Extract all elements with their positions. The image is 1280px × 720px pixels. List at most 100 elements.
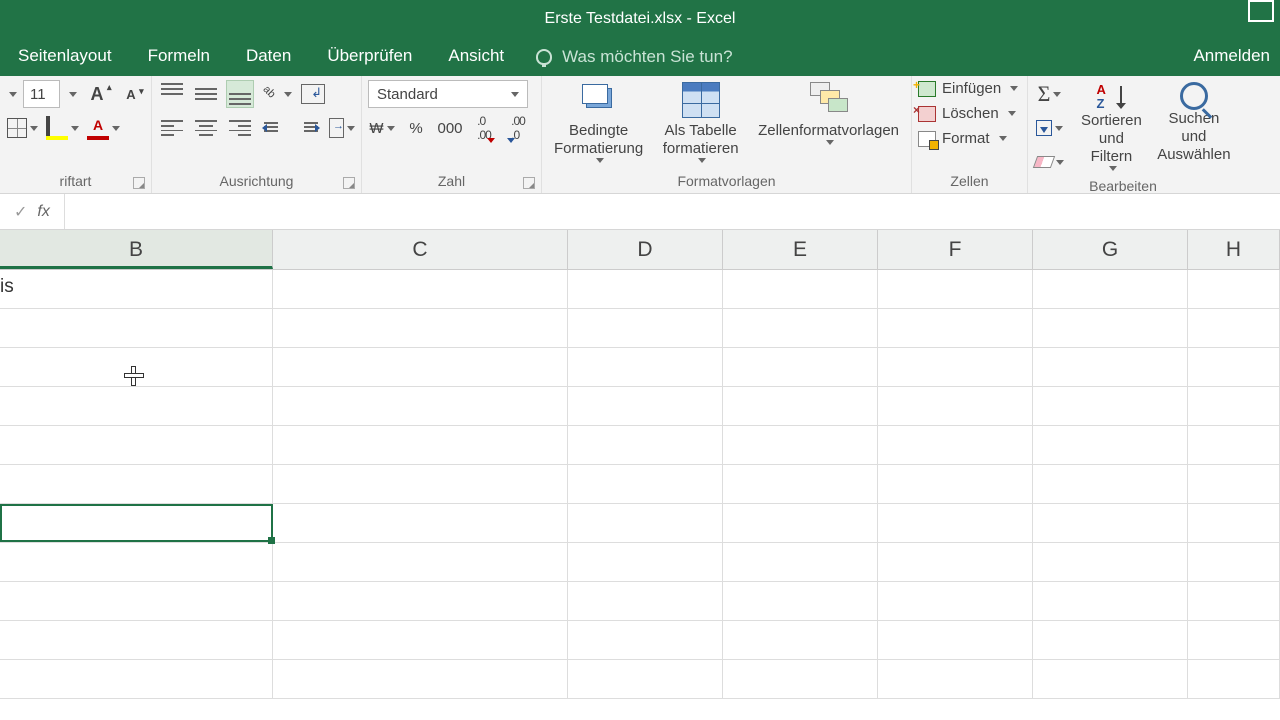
col-header-h[interactable]: H — [1188, 230, 1280, 269]
font-dialog-launcher[interactable] — [133, 177, 145, 189]
orientation-button[interactable] — [260, 80, 293, 108]
group-alignment: Ausrichtung — [152, 76, 362, 193]
table-row[interactable] — [0, 387, 1280, 426]
table-icon — [682, 82, 720, 118]
conditional-formatting-icon — [580, 82, 618, 118]
cell-cursor-icon — [124, 366, 142, 384]
align-top-button[interactable] — [158, 80, 186, 108]
tell-me-box[interactable]: Was möchten Sie tun? — [536, 38, 732, 76]
table-row[interactable] — [0, 426, 1280, 465]
title-bar: Erste Testdatei.xlsx - Excel — [0, 0, 1280, 38]
group-editing-label: Bearbeiten — [1034, 176, 1212, 196]
ribbon-tabs: Seitenlayout Formeln Daten Überprüfen An… — [0, 38, 1280, 76]
font-size-input[interactable]: 11 — [23, 80, 60, 108]
sort-filter-button[interactable]: Sortieren und Filtern — [1075, 80, 1148, 173]
group-editing: Σ Sortieren und Filtern Suchen und Auswä… — [1028, 76, 1218, 193]
sign-in-link[interactable]: Anmelden — [1193, 46, 1270, 66]
font-color-button[interactable]: A — [86, 114, 121, 142]
number-format-dropdown[interactable]: Standard — [368, 80, 528, 108]
table-row[interactable] — [0, 348, 1280, 387]
increase-font-button[interactable]: A — [83, 80, 111, 108]
format-as-table-button[interactable]: Als Tabelle formatieren — [655, 80, 746, 165]
tell-me-placeholder: Was möchten Sie tun? — [562, 47, 732, 67]
table-row[interactable] — [0, 465, 1280, 504]
fill-color-button[interactable] — [45, 114, 80, 142]
decrease-font-button[interactable]: A — [117, 80, 145, 108]
cell-styles-button[interactable]: Zellenformatvorlagen — [752, 80, 905, 147]
align-center-button[interactable] — [192, 114, 220, 142]
conditional-formatting-button[interactable]: Bedingte Formatierung — [548, 80, 649, 165]
delete-icon — [918, 106, 936, 122]
spreadsheet-grid[interactable]: B C D E F G H is — [0, 230, 1280, 699]
wrap-text-button[interactable] — [299, 80, 327, 108]
accounting-format-button[interactable]: ₩ — [368, 114, 396, 142]
percent-format-button[interactable]: % — [402, 114, 430, 142]
window-title: Erste Testdatei.xlsx - Excel — [545, 10, 736, 28]
fill-button[interactable] — [1034, 114, 1065, 142]
table-row[interactable] — [0, 582, 1280, 621]
group-font: 11 A A A riftart — [0, 76, 152, 193]
table-row[interactable] — [0, 621, 1280, 660]
find-select-button[interactable]: Suchen und Auswählen — [1158, 80, 1230, 166]
tab-ansicht[interactable]: Ansicht — [430, 38, 522, 76]
number-dialog-launcher[interactable] — [523, 177, 535, 189]
selected-cell-outline[interactable] — [0, 504, 273, 542]
delete-cells-button[interactable]: Löschen — [918, 105, 1021, 122]
formula-bar: fx — [0, 194, 1280, 230]
format-icon — [918, 131, 936, 147]
tab-ueberpruefen[interactable]: Überprüfen — [309, 38, 430, 76]
tab-formeln[interactable]: Formeln — [130, 38, 228, 76]
sort-filter-icon — [1096, 82, 1126, 112]
decrease-indent-button[interactable] — [260, 114, 288, 142]
cell-b1[interactable]: is — [0, 270, 273, 308]
formula-input[interactable] — [65, 194, 1280, 229]
tab-seitenlayout[interactable]: Seitenlayout — [0, 38, 130, 76]
autosum-button[interactable]: Σ — [1034, 80, 1065, 108]
font-family-dropdown-caret[interactable] — [9, 92, 17, 97]
align-middle-button[interactable] — [192, 80, 220, 108]
group-styles: Bedingte Formatierung Als Tabelle format… — [542, 76, 912, 193]
chevron-down-icon — [511, 92, 519, 97]
font-size-caret[interactable] — [69, 92, 77, 97]
restore-window-icon[interactable] — [1252, 4, 1274, 22]
ribbon: 11 A A A riftart — [0, 76, 1280, 194]
table-row[interactable] — [0, 309, 1280, 348]
increase-decimal-button[interactable]: .0.00 — [470, 114, 498, 142]
group-styles-label: Formatvorlagen — [548, 171, 905, 191]
increase-indent-button[interactable] — [294, 114, 322, 142]
col-header-e[interactable]: E — [723, 230, 878, 269]
group-cells: Einfügen Löschen Format Zellen — [912, 76, 1028, 193]
borders-button[interactable] — [6, 114, 39, 142]
table-row[interactable]: is — [0, 270, 1280, 309]
col-header-g[interactable]: G — [1033, 230, 1188, 269]
tab-daten[interactable]: Daten — [228, 38, 309, 76]
search-icon — [1180, 82, 1208, 110]
merge-cells-button[interactable] — [328, 114, 356, 142]
column-headers[interactable]: B C D E F G H — [0, 230, 1280, 270]
cell-styles-icon — [810, 82, 848, 118]
clear-button[interactable] — [1034, 148, 1065, 176]
col-header-d[interactable]: D — [568, 230, 723, 269]
lightbulb-icon — [536, 49, 552, 65]
align-bottom-button[interactable] — [226, 80, 254, 108]
col-header-f[interactable]: F — [878, 230, 1033, 269]
comma-format-button[interactable]: 000 — [436, 114, 464, 142]
insert-cells-button[interactable]: Einfügen — [918, 80, 1021, 97]
decrease-decimal-button[interactable]: .00.0 — [504, 114, 532, 142]
group-font-label: riftart — [6, 171, 145, 191]
group-cells-label: Zellen — [918, 171, 1021, 191]
align-right-button[interactable] — [226, 114, 254, 142]
col-header-b[interactable]: B — [0, 230, 273, 269]
col-header-c[interactable]: C — [273, 230, 568, 269]
group-number: Standard ₩ % 000 .0.00 .00.0 Zahl — [362, 76, 542, 193]
align-left-button[interactable] — [158, 114, 186, 142]
table-row[interactable] — [0, 543, 1280, 582]
insert-icon — [918, 81, 936, 97]
alignment-dialog-launcher[interactable] — [343, 177, 355, 189]
table-row[interactable] — [0, 660, 1280, 699]
cells-area[interactable]: is — [0, 270, 1280, 699]
group-number-label: Zahl — [368, 171, 535, 191]
fx-label[interactable]: fx — [0, 194, 65, 229]
format-cells-button[interactable]: Format — [918, 130, 1021, 147]
group-alignment-label: Ausrichtung — [158, 171, 355, 191]
